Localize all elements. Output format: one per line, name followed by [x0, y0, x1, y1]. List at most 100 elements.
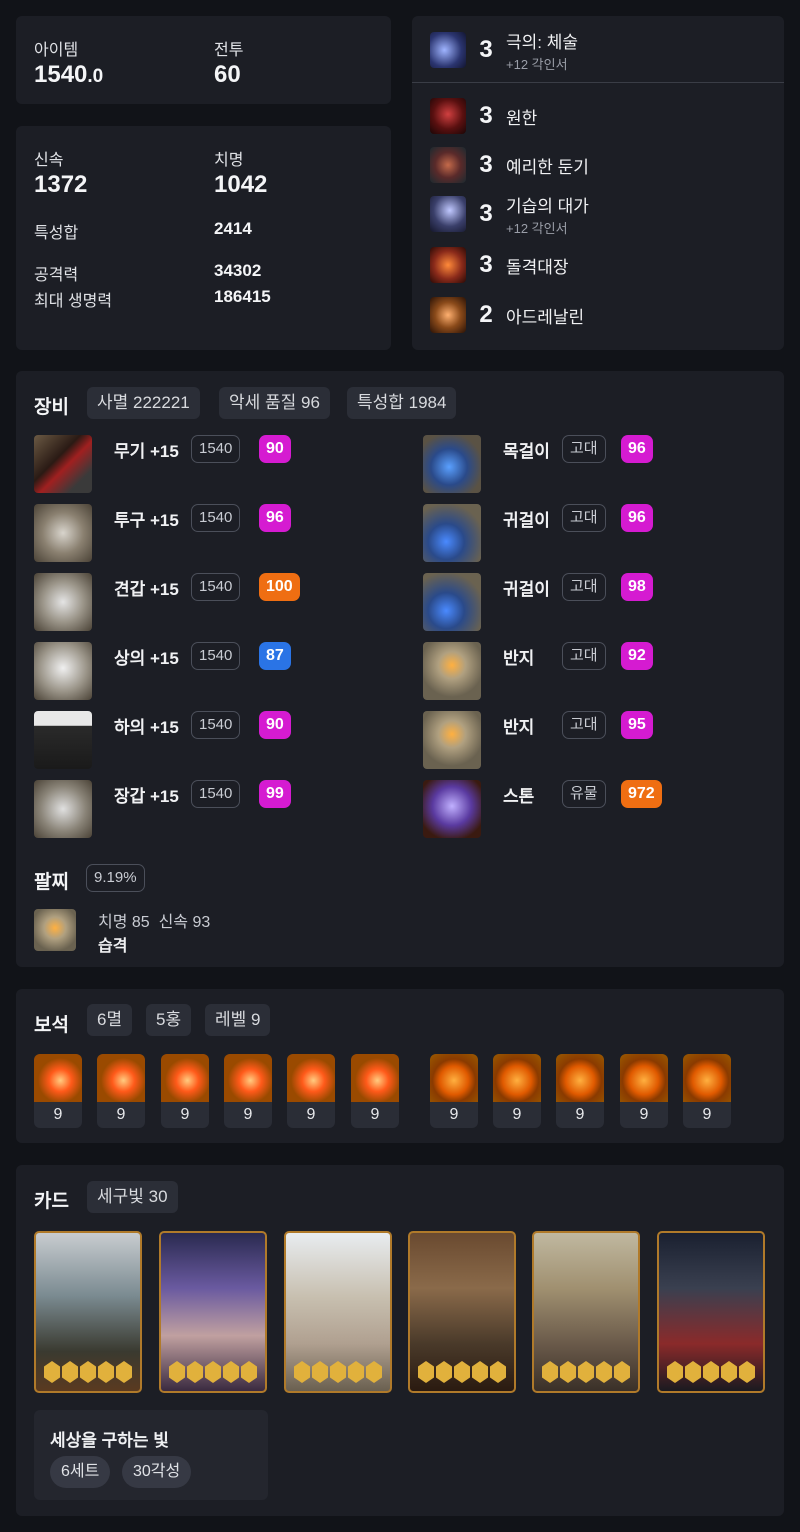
- doom-gem-icon: [34, 1054, 82, 1102]
- bracelet-icon: [34, 909, 76, 951]
- combat-level-label: 전투: [214, 42, 244, 59]
- gem-doom[interactable]: 9: [34, 1054, 82, 1128]
- attack-power-value: 34302: [214, 261, 262, 280]
- card-awakening: [294, 1361, 382, 1383]
- chest-icon: [34, 642, 92, 700]
- equipment-title: 장비: [34, 397, 69, 418]
- crimson-gem-icon: [683, 1054, 731, 1102]
- crimson-gem-icon: [430, 1054, 478, 1102]
- gem-crimson[interactable]: 9: [620, 1054, 668, 1128]
- pants-icon: [34, 711, 92, 769]
- grudge-icon: [430, 98, 466, 134]
- helmet-icon: [34, 504, 92, 562]
- card-awakening: [418, 1361, 506, 1383]
- card-6[interactable]: [657, 1231, 765, 1393]
- raid-captain-icon: [430, 247, 466, 283]
- doom-gem-icon: [97, 1054, 145, 1102]
- gem-doom[interactable]: 9: [287, 1054, 335, 1128]
- character-stats-panel: 신속 1372 치명 1042 특성합 2414 공격력 34302 최대 생명…: [16, 126, 391, 350]
- equipment-stone[interactable]: 스톤 유물 972: [423, 780, 763, 840]
- gem-crimson[interactable]: 9: [493, 1054, 541, 1128]
- weapon-icon: [34, 435, 92, 493]
- combat-level-value: 60: [214, 61, 241, 88]
- ring-icon: [423, 642, 481, 700]
- engraving-item[interactable]: 3 극의: 체술 +12 각인서: [430, 30, 578, 72]
- acc-quality-chip: 악세 품질 96: [219, 387, 330, 419]
- equipment-weapon[interactable]: 무기 +15 1540 90: [34, 435, 374, 495]
- item-level-panel: 아이템 1540.0 전투 60: [16, 16, 391, 104]
- bracelet-chip: 9.19%: [86, 864, 145, 892]
- doom-gem-icon: [287, 1054, 335, 1102]
- card-set-chip: 세구빛 30: [87, 1181, 178, 1213]
- ambush-icon: [430, 196, 466, 232]
- equipment-necklace[interactable]: 목걸이 고대 96: [423, 435, 763, 495]
- engraving-item[interactable]: 3 예리한 둔기: [430, 145, 589, 185]
- card-set-count-chip: 6세트: [50, 1456, 111, 1488]
- crimson-gem-icon: [493, 1054, 541, 1102]
- equipment-gloves[interactable]: 장갑 +15 1540 99: [34, 780, 374, 840]
- set-chip: 사멸 222221: [87, 387, 200, 419]
- card-2[interactable]: [159, 1231, 267, 1393]
- max-hp-value: 186415: [214, 287, 271, 306]
- gems-crimson-chip: 5홍: [146, 1004, 192, 1036]
- gem-doom[interactable]: 9: [161, 1054, 209, 1128]
- doom-gem-icon: [351, 1054, 399, 1102]
- card-set-box: 세상을 구하는 빛 6세트 30각성: [34, 1410, 268, 1500]
- crit-label: 치명: [214, 152, 244, 169]
- engraving-item[interactable]: 3 원한: [430, 96, 537, 136]
- crimson-gem-icon: [556, 1054, 604, 1102]
- gem-doom[interactable]: 9: [351, 1054, 399, 1128]
- card-1[interactable]: [34, 1231, 142, 1393]
- divider: [412, 82, 784, 83]
- equipment-shoulder[interactable]: 견갑 +15 1540 100: [34, 573, 374, 633]
- cards-title: 카드: [34, 1191, 69, 1212]
- bracelet-stats: 치명 85 신속 93: [98, 914, 211, 931]
- gem-doom[interactable]: 9: [97, 1054, 145, 1128]
- earring-icon: [423, 573, 481, 631]
- card-awakening-chip: 30각성: [122, 1456, 192, 1488]
- card-4[interactable]: [408, 1231, 516, 1393]
- attack-power-label: 공격력: [34, 267, 79, 284]
- crimson-gem-icon: [620, 1054, 668, 1102]
- equipment-earring-2[interactable]: 귀걸이 고대 98: [423, 573, 763, 633]
- equipment-pants[interactable]: 하의 +15 1540 90: [34, 711, 374, 771]
- stat-total-value: 2414: [214, 219, 252, 238]
- card-set-name: 세상을 구하는 빛: [50, 1431, 169, 1450]
- blunt-icon: [430, 147, 466, 183]
- gloves-icon: [34, 780, 92, 838]
- item-level-label: 아이템: [34, 42, 79, 59]
- gem-crimson[interactable]: 9: [683, 1054, 731, 1128]
- item-level-value: 1540.0: [34, 61, 104, 88]
- martial-icon: [430, 32, 466, 68]
- card-3[interactable]: [284, 1231, 392, 1393]
- card-5[interactable]: [532, 1231, 640, 1393]
- equipment-ring-2[interactable]: 반지 고대 95: [423, 711, 763, 771]
- crit-value: 1042: [214, 171, 268, 198]
- equipment-earring-1[interactable]: 귀걸이 고대 96: [423, 504, 763, 564]
- gem-crimson[interactable]: 9: [430, 1054, 478, 1128]
- gem-crimson[interactable]: 9: [556, 1054, 604, 1128]
- card-awakening: [667, 1361, 755, 1383]
- necklace-icon: [423, 435, 481, 493]
- swiftness-label: 신속: [34, 152, 64, 169]
- equipment-helmet[interactable]: 투구 +15 1540 96: [34, 504, 374, 564]
- shoulder-icon: [34, 573, 92, 631]
- bracelet-effect: 습격: [98, 938, 128, 955]
- card-awakening: [542, 1361, 630, 1383]
- engravings-panel: 3 극의: 체술 +12 각인서 3 원한 3 예리한 둔기 3 기습의 대가 …: [412, 16, 784, 350]
- engraving-item[interactable]: 3 기습의 대가 +12 각인서: [430, 194, 589, 236]
- engraving-item[interactable]: 3 돌격대장: [430, 245, 569, 285]
- ring-icon: [423, 711, 481, 769]
- earring-icon: [423, 504, 481, 562]
- engraving-item[interactable]: 2 아드레날린: [430, 295, 584, 335]
- stat-total-chip: 특성합 1984: [347, 387, 457, 419]
- stat-total-label: 특성합: [34, 225, 79, 242]
- card-awakening: [44, 1361, 132, 1383]
- bracelet-title: 팔찌: [34, 872, 69, 893]
- equipment-chest[interactable]: 상의 +15 1540 87: [34, 642, 374, 702]
- equipment-ring-1[interactable]: 반지 고대 92: [423, 642, 763, 702]
- doom-gem-icon: [161, 1054, 209, 1102]
- equipment-panel: 장비 사멸 222221 악세 품질 96 특성합 1984 무기 +15 15…: [16, 371, 784, 967]
- gem-doom[interactable]: 9: [224, 1054, 272, 1128]
- adrenaline-icon: [430, 297, 466, 333]
